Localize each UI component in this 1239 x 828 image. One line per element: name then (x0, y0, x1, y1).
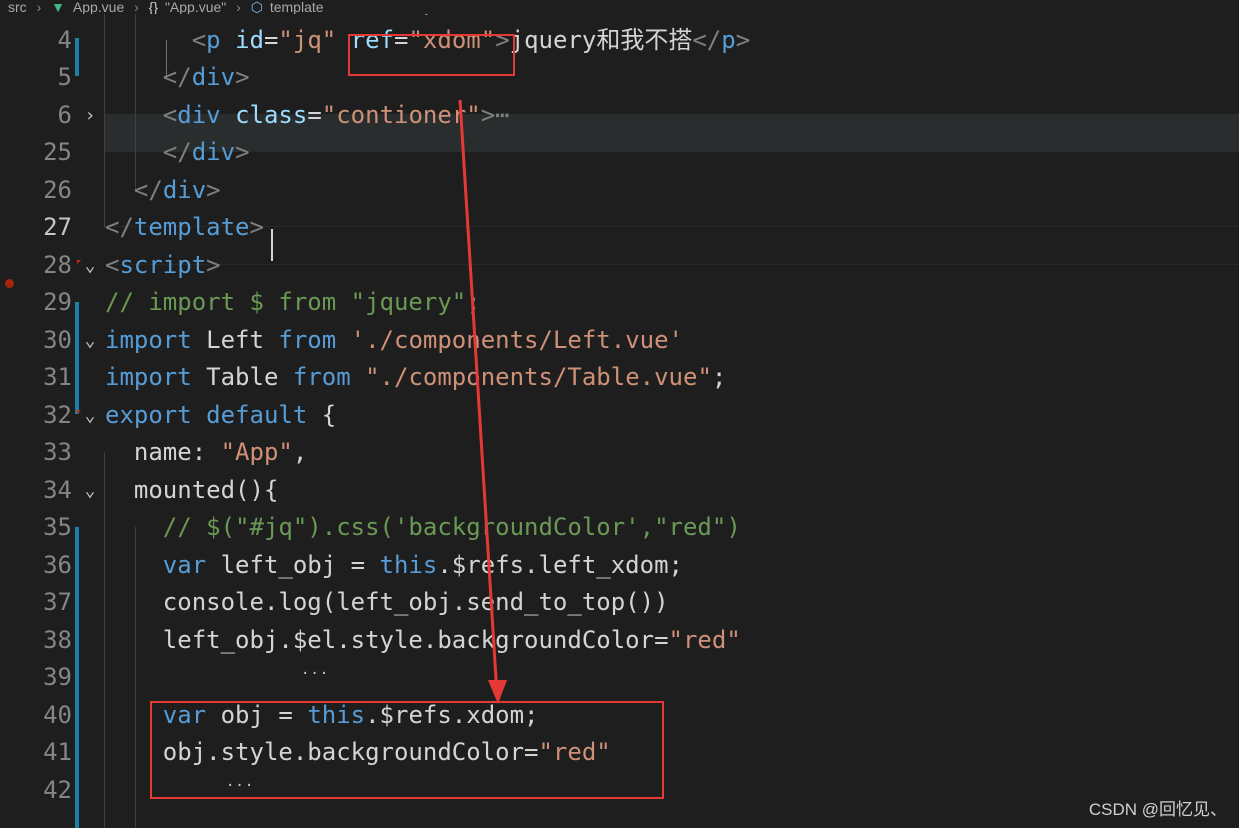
watermark: CSDN @回忆见、 (1088, 800, 1227, 819)
annotation-arrow (458, 99, 507, 704)
